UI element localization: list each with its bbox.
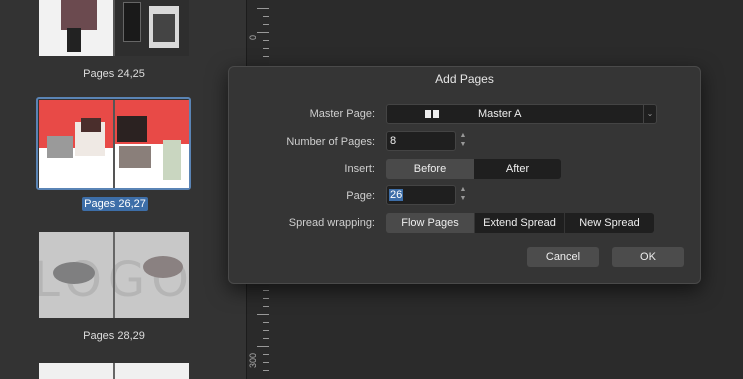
- stepper-down-icon: ▼: [459, 195, 467, 202]
- page-value: 26: [389, 189, 404, 201]
- photo-block: [61, 0, 97, 30]
- spread-thumbnail-26-27[interactable]: [39, 100, 189, 188]
- number-of-pages-input[interactable]: 8: [386, 131, 456, 151]
- insert-after-button[interactable]: After: [474, 159, 561, 179]
- number-of-pages-value: 8: [390, 135, 397, 147]
- flow-pages-button[interactable]: Flow Pages: [386, 213, 474, 233]
- master-page-label: Master Page:: [309, 108, 375, 120]
- stepper-up-icon: ▲: [459, 186, 467, 193]
- master-page-value: Master A: [478, 108, 522, 120]
- photo-block: [47, 136, 73, 158]
- number-of-pages-stepper[interactable]: ▲ ▼: [457, 131, 469, 151]
- chevron-down-icon: ⌄: [643, 105, 656, 123]
- page-27-thumbnail: [115, 100, 189, 188]
- spread-fold: [113, 232, 115, 318]
- dialog-title: Add Pages: [435, 72, 494, 86]
- ruler-tick: [257, 32, 269, 33]
- spread-caption-selected: Pages 26,27: [82, 197, 148, 211]
- add-pages-dialog: Add Pages Master Page: Master A ⌄ Number…: [228, 66, 701, 284]
- photo-block: [81, 118, 101, 132]
- spread-fold: [113, 100, 115, 188]
- cancel-button[interactable]: Cancel: [527, 247, 599, 267]
- extend-spread-button[interactable]: Extend Spread: [475, 213, 564, 233]
- spread-icon-right: [433, 110, 439, 118]
- insert-before-button[interactable]: Before: [386, 159, 474, 179]
- spread-icon: [425, 110, 431, 118]
- page-24-thumbnail: [39, 0, 113, 56]
- photo-block: [119, 146, 151, 168]
- page-26-thumbnail: [39, 100, 113, 188]
- ok-button[interactable]: OK: [612, 247, 684, 267]
- photo-block: [153, 14, 175, 42]
- spread-fold: [113, 0, 115, 56]
- ruler-tick: [257, 8, 269, 9]
- spread-fold: [113, 363, 115, 379]
- pages-panel: Pages 24,25 Pages 26,27 LOGO Pages 28,29: [0, 0, 246, 379]
- ruler-label: 0: [248, 34, 258, 40]
- stepper-down-icon: ▼: [459, 141, 467, 148]
- page-label: Page:: [346, 190, 375, 202]
- eye-image: [53, 262, 95, 284]
- spread-thumbnail-28-29[interactable]: LOGO: [39, 232, 189, 318]
- ruler-label: 300: [248, 352, 258, 368]
- new-spread-button[interactable]: New Spread: [565, 213, 654, 233]
- ruler-tick: [257, 314, 269, 315]
- figure-block: [67, 28, 81, 52]
- spread-thumbnail-next[interactable]: [39, 363, 189, 379]
- ruler-tick: [257, 346, 269, 347]
- page-stepper[interactable]: ▲ ▼: [457, 185, 469, 205]
- spread-wrapping-label: Spread wrapping:: [288, 217, 375, 229]
- photo-block: [163, 140, 181, 180]
- photo-block: [117, 116, 147, 142]
- spread-caption: Pages 24,25: [83, 68, 145, 80]
- spread-caption: Pages 28,29: [83, 330, 145, 342]
- number-of-pages-label: Number of Pages:: [286, 136, 375, 148]
- insert-label: Insert:: [344, 163, 375, 175]
- photo-block: [123, 2, 141, 42]
- master-page-select[interactable]: Master A ⌄: [386, 104, 657, 124]
- eye-image: [143, 256, 183, 278]
- spread-thumbnail-24-25[interactable]: [39, 0, 189, 56]
- stepper-up-icon: ▲: [459, 132, 467, 139]
- page-25-thumbnail: [115, 0, 189, 56]
- page-input[interactable]: 26: [386, 185, 456, 205]
